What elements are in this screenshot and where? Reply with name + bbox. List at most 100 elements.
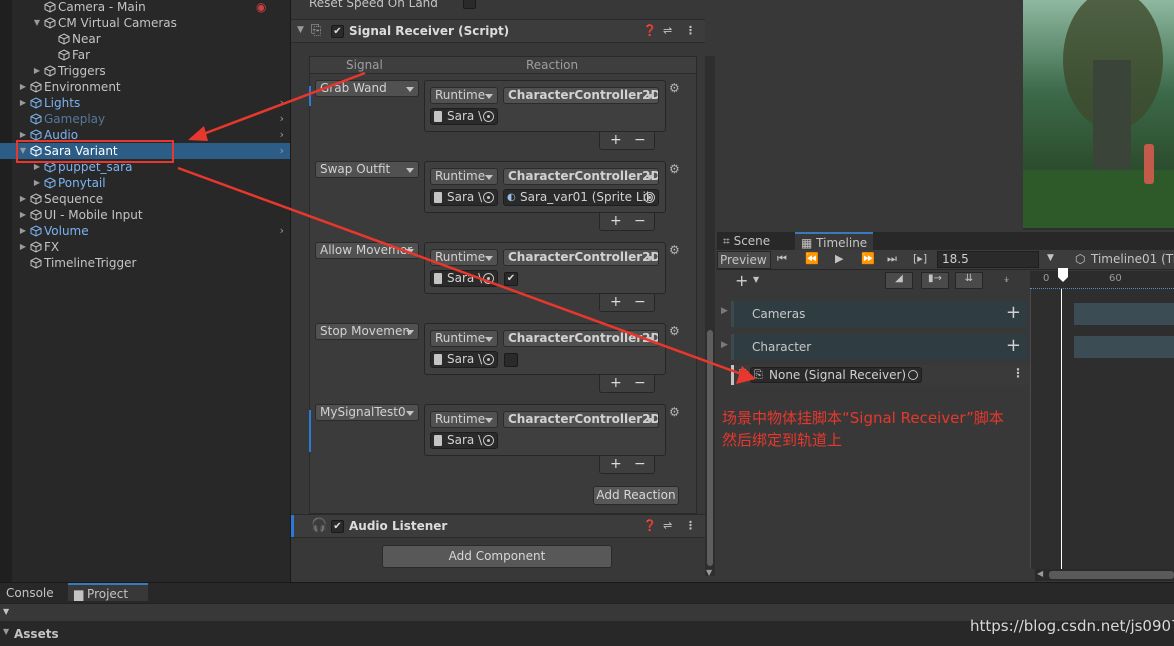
play-icon[interactable]: ▶ (835, 252, 843, 265)
character-clip[interactable] (1074, 336, 1174, 358)
track-options-icon[interactable]: ⋮ (1012, 366, 1024, 380)
prev-frame-icon[interactable]: ⏪ (805, 252, 819, 265)
signal-dropdown[interactable]: Stop Movemen (315, 323, 419, 340)
tab-scene[interactable]: ⌗ Scene (717, 232, 776, 250)
add-icon[interactable]: + (610, 213, 622, 229)
add-icon[interactable]: + (610, 375, 622, 391)
audio-listener-enabled-checkbox[interactable]: ✔ (331, 520, 344, 533)
hierarchy-item[interactable]: ▶ Triggers (0, 63, 290, 79)
remove-icon[interactable]: − (634, 294, 646, 310)
add-reaction-button[interactable]: Add Reaction (593, 486, 679, 505)
add-track-dropdown-icon[interactable]: ▼ (753, 275, 759, 284)
chevron-right-icon[interactable]: › (280, 127, 284, 143)
fold-arrow-icon[interactable]: ▶ (18, 223, 28, 239)
remove-icon[interactable]: − (634, 456, 646, 472)
signal-track[interactable]: ⎘ ⎘ None (Signal Receiver) ⋮ (731, 365, 1030, 385)
tab-timeline[interactable]: ▦ Timeline (795, 232, 874, 250)
hierarchy-item[interactable]: ▶ Volume › (0, 223, 290, 239)
clips-area[interactable] (1030, 289, 1174, 569)
runtime-mode-dropdown[interactable]: Runtime (430, 330, 498, 347)
gear-icon[interactable]: ⚙ (669, 243, 680, 257)
object-picker-icon[interactable] (483, 354, 494, 365)
remove-icon[interactable]: − (634, 375, 646, 391)
gear-icon[interactable]: ⚙ (669, 324, 680, 338)
clip-edit-mode-icon[interactable]: ◢ (885, 272, 913, 289)
fold-arrow-icon[interactable]: ▶ (32, 175, 42, 191)
presets-icon[interactable]: ⇌ (663, 519, 672, 532)
presets-icon[interactable]: ⇌ (663, 24, 672, 37)
hierarchy-item[interactable]: ▶ Environment (0, 79, 290, 95)
remove-icon[interactable]: − (634, 132, 646, 148)
hierarchy-item[interactable]: Near (0, 31, 290, 47)
goto-end-icon[interactable]: ⏭ (887, 252, 897, 266)
signal-receiver-binding-field[interactable]: ⎘ None (Signal Receiver) (750, 367, 922, 383)
hierarchy-item[interactable]: ▶ Audio › (0, 127, 290, 143)
bool-argument-checkbox[interactable] (504, 353, 518, 367)
hierarchy-item[interactable]: ▼ Sara Variant › (0, 143, 290, 159)
ripple-mode-icon[interactable]: ▮→ (921, 272, 949, 289)
tab-project[interactable]: ▆ Project (68, 583, 148, 601)
chevron-right-icon[interactable]: › (280, 143, 284, 159)
method-dropdown[interactable]: CharacterController2D. (503, 87, 659, 104)
reset-speed-checkbox[interactable] (463, 0, 476, 9)
hierarchy-item[interactable]: Camera - Main ◉ (0, 0, 290, 15)
assets-folder[interactable]: Assets (14, 627, 59, 641)
target-object-field[interactable]: Sara \ (430, 108, 498, 125)
fold-arrow-icon[interactable]: ▶ (18, 239, 28, 255)
loop-range-icon[interactable]: [▸] (913, 252, 927, 265)
object-picker-icon[interactable] (483, 192, 494, 203)
hierarchy-item[interactable]: ▼ CM Virtual Cameras (0, 15, 290, 31)
hierarchy-item[interactable]: ▶ Ponytail (0, 175, 290, 191)
fold-arrow-icon[interactable]: ▶ (18, 79, 28, 95)
hierarchy-item[interactable]: Gameplay › (0, 111, 290, 127)
object-picker-icon[interactable] (644, 192, 655, 203)
playhead-lock-icon[interactable]: ⍖ (1003, 272, 1010, 287)
scroll-down-icon[interactable]: ▼ (706, 568, 712, 577)
chevron-right-icon[interactable]: › (280, 111, 284, 127)
signal-dropdown[interactable]: Grab Wand (315, 80, 419, 97)
object-picker-icon[interactable] (483, 435, 494, 446)
more-options-icon[interactable]: ⋮ (685, 24, 696, 37)
time-ruler[interactable]: 0 60 (1030, 271, 1174, 289)
fold-arrow-icon[interactable]: ▶ (18, 191, 28, 207)
create-dropdown-icon[interactable]: ▼ (3, 607, 9, 616)
timeline-scroll-thumb[interactable] (1049, 571, 1174, 579)
assets-fold-icon[interactable]: ▼ (3, 627, 9, 636)
goto-start-icon[interactable]: ⏮ (777, 252, 787, 266)
playhead-line[interactable] (1061, 289, 1062, 569)
target-object-field[interactable]: Sara \ (430, 189, 498, 206)
hierarchy-item[interactable]: TimelineTrigger (0, 255, 290, 271)
object-picker-icon[interactable] (483, 111, 494, 122)
remove-icon[interactable]: − (634, 213, 646, 229)
add-icon[interactable]: + (610, 294, 622, 310)
signal-dropdown[interactable]: MySignalTest0 (315, 404, 419, 421)
method-dropdown[interactable]: CharacterController2D.C (503, 249, 659, 266)
scroll-left-icon[interactable]: ◀ (1037, 569, 1043, 578)
next-frame-icon[interactable]: ⏩ (861, 252, 875, 265)
signal-dropdown[interactable]: Swap Outfit (315, 161, 419, 178)
snap-icon[interactable]: ⇊ (955, 272, 983, 289)
object-picker-icon[interactable] (908, 370, 918, 380)
fold-arrow-icon[interactable]: ▶ (32, 63, 42, 79)
timeline-h-scrollbar[interactable]: ◀ (1035, 569, 1174, 581)
help-icon[interactable]: ❓ (643, 519, 657, 532)
inspector-scrollbar[interactable]: ▼ (705, 56, 715, 577)
add-icon[interactable]: + (1006, 335, 1021, 356)
bool-argument-checkbox[interactable]: ✔ (504, 272, 518, 286)
preview-button[interactable]: Preview (717, 251, 771, 269)
runtime-mode-dropdown[interactable]: Runtime (430, 411, 498, 428)
cameras-clip[interactable] (1074, 303, 1174, 325)
fold-arrow-icon[interactable]: ▶ (18, 95, 28, 111)
chevron-right-icon[interactable]: › (280, 95, 284, 111)
add-track-icon[interactable]: + (735, 271, 748, 290)
fold-arrow-icon[interactable]: ▼ (297, 25, 304, 35)
add-icon[interactable]: + (610, 132, 622, 148)
gear-icon[interactable]: ⚙ (669, 81, 680, 95)
gear-icon[interactable]: ⚙ (669, 405, 680, 419)
help-icon[interactable]: ❓ (643, 24, 657, 37)
method-dropdown[interactable]: CharacterController2D.S (503, 168, 659, 185)
signal-receiver-header[interactable]: ▼ ⎘ ✔ Signal Receiver (Script) ❓ ⇌ ⋮ (291, 19, 705, 43)
inspector-scroll-thumb[interactable] (707, 330, 713, 566)
chevron-right-icon[interactable]: › (280, 223, 284, 239)
tab-console[interactable]: Console (0, 584, 60, 602)
